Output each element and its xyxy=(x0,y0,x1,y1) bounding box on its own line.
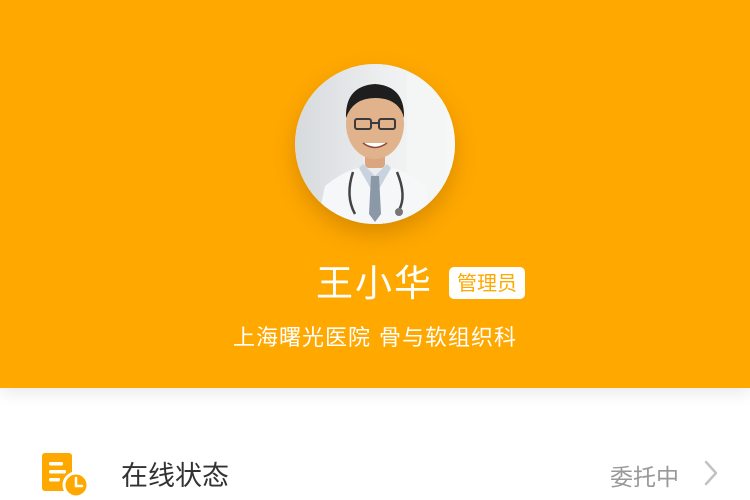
profile-header: 王小华 管理员 上海曙光医院 骨与软组织科 xyxy=(0,0,750,388)
menu-value: 委托中 xyxy=(610,465,679,491)
chevron-right-icon xyxy=(703,459,719,487)
hospital-department: 上海曙光医院 骨与软组织科 xyxy=(233,326,517,351)
status-document-clock-icon xyxy=(40,450,90,500)
role-badge: 管理员 xyxy=(449,267,525,299)
menu-item-online-status[interactable]: 在线状态 委托中 xyxy=(0,430,750,500)
doctor-avatar-image xyxy=(295,64,455,224)
name-row: 王小华 管理员 xyxy=(0,262,750,306)
doctor-name: 王小华 xyxy=(316,262,433,305)
avatar[interactable] xyxy=(295,64,455,224)
menu-label: 在线状态 xyxy=(121,461,229,492)
profile-page: 王小华 管理员 上海曙光医院 骨与软组织科 在线状态 委托中 xyxy=(0,0,750,500)
